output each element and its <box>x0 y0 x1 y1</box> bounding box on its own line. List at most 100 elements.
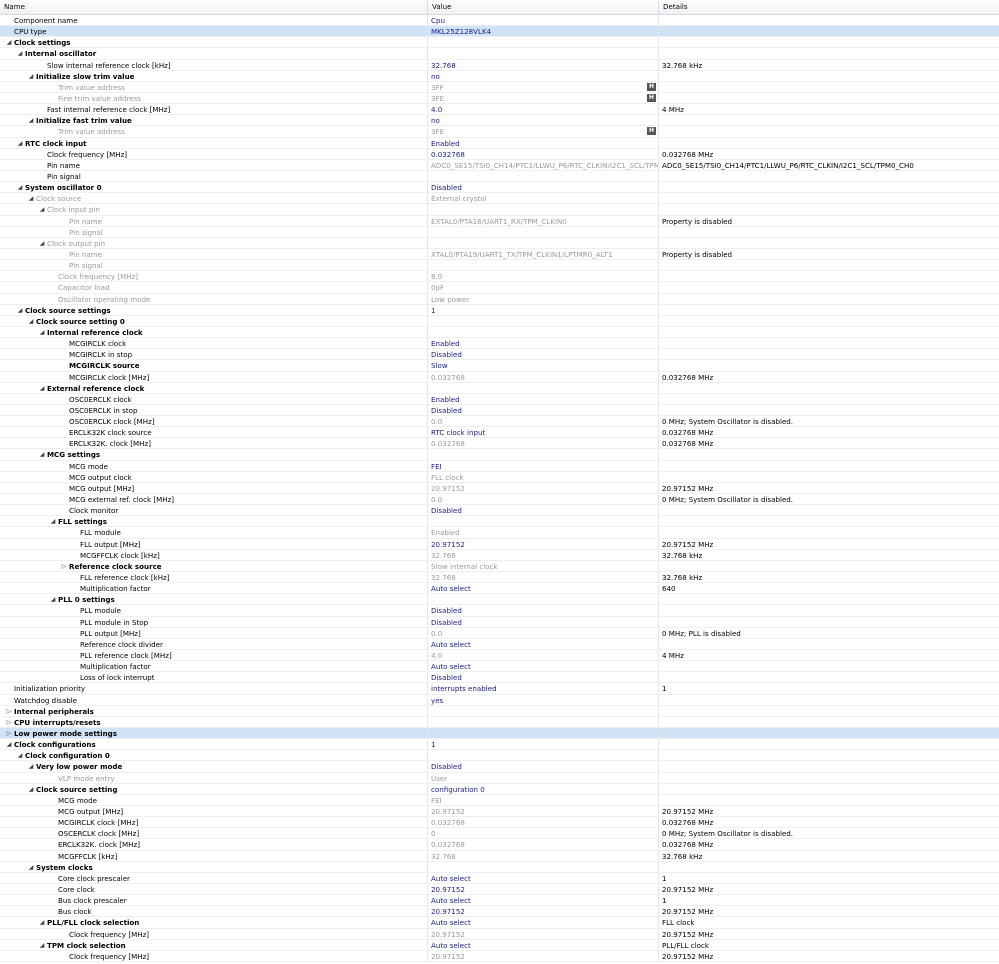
property-value[interactable]: Enabled <box>431 139 460 148</box>
property-row[interactable]: ◢ MCG settings <box>0 449 999 461</box>
property-row[interactable]: ▷ Low power mode settings <box>0 728 999 740</box>
property-value[interactable]: 0.0 <box>431 629 442 638</box>
property-row[interactable]: ◢ RTC clock input Enabled <box>0 137 999 149</box>
property-row[interactable]: Clock frequency [MHz] 0.032768 0.032768 MH… <box>0 148 999 160</box>
property-value-cell[interactable] <box>428 237 659 248</box>
expanded-arrow-icon[interactable]: ◢ <box>4 37 14 47</box>
property-value-cell[interactable] <box>428 449 659 460</box>
expanded-arrow-icon[interactable]: ◢ <box>15 48 25 58</box>
property-value-cell[interactable]: 3FF H <box>428 81 659 92</box>
property-value-cell[interactable]: Auto select <box>428 939 659 950</box>
property-value-cell[interactable]: configuration 0 <box>428 783 659 794</box>
property-value[interactable]: Auto select <box>431 941 471 950</box>
property-row[interactable]: FLL module Enabled <box>0 527 999 539</box>
property-value-cell[interactable]: Disabled <box>428 349 659 360</box>
property-value-cell[interactable]: 3FE H <box>428 92 659 104</box>
expanded-arrow-icon[interactable]: ◢ <box>48 516 58 526</box>
column-header-details[interactable]: Details <box>659 0 999 14</box>
property-value-cell[interactable]: 0.0 <box>428 416 659 427</box>
property-value-cell[interactable]: Auto select <box>428 583 659 594</box>
property-value-cell[interactable]: no <box>428 115 659 126</box>
property-value-cell[interactable]: Enabled <box>428 137 659 148</box>
property-value[interactable]: Disabled <box>431 506 462 515</box>
property-value-cell[interactable]: Slow internal clock <box>428 560 659 572</box>
property-value[interactable]: Disabled <box>431 183 462 192</box>
property-row[interactable]: MCGIRCLK clock [MHz] 0.032768 0.032768 MHz <box>0 371 999 383</box>
property-row[interactable]: PLL module in Stop Disabled <box>0 616 999 628</box>
property-value-cell[interactable]: 20.97152 <box>428 538 659 549</box>
property-row[interactable]: ◢ Clock configurations 1 <box>0 739 999 751</box>
property-value-cell[interactable]: FEI <box>428 460 659 471</box>
property-row[interactable]: CPU type MKL25Z128VLK4 <box>0 26 999 38</box>
property-row[interactable]: OSC0ERCLK in stop Disabled <box>0 404 999 417</box>
property-row[interactable]: FLL reference clock [kHz] 32.768 32.768 kH… <box>0 572 999 584</box>
property-value-cell[interactable]: interrupts enabled <box>428 683 659 694</box>
property-row[interactable]: Pin signal <box>0 260 999 272</box>
property-value-cell[interactable] <box>428 37 659 48</box>
property-value-cell[interactable]: Disabled <box>428 605 659 616</box>
property-value-cell[interactable] <box>428 170 659 182</box>
property-value[interactable]: Enabled <box>431 339 460 348</box>
property-row[interactable]: ◢ Clock source setting configuration 0 <box>0 783 999 795</box>
property-value-cell[interactable]: ADC0_SE15/TSI0_CH14/PTC1/LLWU_P6/RTC_CLK… <box>428 159 659 170</box>
expanded-arrow-icon[interactable]: ◢ <box>26 71 36 81</box>
property-value-cell[interactable]: 1 <box>428 304 659 315</box>
expanded-arrow-icon[interactable]: ◢ <box>48 594 58 604</box>
property-value[interactable]: Disabled <box>431 762 462 771</box>
property-value[interactable]: Auto select <box>431 918 471 927</box>
expanded-arrow-icon[interactable]: ◢ <box>15 305 25 315</box>
property-value-cell[interactable] <box>428 204 659 215</box>
property-value[interactable]: FEI <box>431 462 442 471</box>
hex-format-icon[interactable]: H <box>647 127 656 136</box>
property-value[interactable]: FLL clock <box>431 473 463 482</box>
property-value[interactable]: 3FE <box>431 127 444 136</box>
property-value-cell[interactable]: Low power <box>428 293 659 304</box>
property-value-cell[interactable] <box>428 750 659 761</box>
property-value[interactable]: Auto select <box>431 896 471 905</box>
property-row[interactable]: OSC0ERCLK clock Enabled <box>0 393 999 405</box>
property-value[interactable]: 0.032768 <box>431 373 465 382</box>
property-row[interactable]: Loss of lock interrupt Disabled <box>0 672 999 684</box>
property-value[interactable]: 20.97152 <box>431 484 465 493</box>
property-value[interactable]: 3FF <box>431 83 444 92</box>
property-row[interactable]: MCG output clock FLL clock <box>0 471 999 483</box>
property-value[interactable]: User <box>431 774 447 783</box>
collapsed-arrow-icon[interactable]: ▷ <box>4 717 14 727</box>
property-value[interactable]: EXTAL0/PTA18/UART1_RX/TPM_CLKIN0 <box>431 217 567 226</box>
property-value[interactable]: MKL25Z128VLK4 <box>431 27 491 36</box>
collapsed-arrow-icon[interactable]: ▷ <box>4 728 14 738</box>
property-row[interactable]: Pin name XTAL0/PTA19/UART1_TX/TPM_CLKIN1/… <box>0 248 999 261</box>
property-value-cell[interactable]: 4.0 <box>428 650 659 661</box>
property-value-cell[interactable]: 32.768 <box>428 572 659 583</box>
property-row[interactable]: ◢ System oscillator 0 Disabled <box>0 182 999 194</box>
property-row[interactable]: ERCLK32K. clock [MHz] 0.032768 0.032768 MH… <box>0 839 999 851</box>
property-value-cell[interactable]: Enabled <box>428 338 659 349</box>
property-value-cell[interactable]: User <box>428 772 659 783</box>
expanded-arrow-icon[interactable]: ◢ <box>37 449 47 459</box>
property-value-cell[interactable]: 4.0 <box>428 104 659 115</box>
property-value[interactable]: Disabled <box>431 606 462 615</box>
property-value-cell[interactable]: Enabled <box>428 393 659 404</box>
property-value-cell[interactable]: 0 <box>428 828 659 839</box>
expanded-arrow-icon[interactable]: ◢ <box>37 383 47 393</box>
expanded-arrow-icon[interactable]: ◢ <box>26 193 36 203</box>
property-value[interactable]: Cpu <box>431 16 445 25</box>
property-value[interactable]: ADC0_SE15/TSI0_CH14/PTC1/LLWU_P6/RTC_CLK… <box>431 161 658 170</box>
property-row[interactable]: ERCLK32K. clock [MHz] 0.032768 0.032768 MH… <box>0 438 999 450</box>
property-row[interactable]: Pin name ADC0_SE15/TSI0_CH14/PTC1/LLWU_P6… <box>0 159 999 171</box>
property-row[interactable]: ◢ Clock input pin <box>0 204 999 216</box>
property-row[interactable]: Fine trim value address 3FE H <box>0 92 999 105</box>
property-value[interactable]: 0.0 <box>431 495 442 504</box>
property-row[interactable]: ◢ External reference clock <box>0 382 999 394</box>
property-row[interactable]: Core clock 20.97152 20.97152 MHz <box>0 883 999 896</box>
property-value[interactable]: 20.97152 <box>431 540 465 549</box>
expanded-arrow-icon[interactable]: ◢ <box>15 182 25 192</box>
property-row[interactable]: MCGIRCLK clock Enabled <box>0 338 999 350</box>
property-value[interactable]: yes <box>431 696 443 705</box>
property-value-cell[interactable] <box>428 315 659 326</box>
property-row[interactable]: PLL module Disabled <box>0 605 999 617</box>
property-value[interactable]: Slow <box>431 361 448 370</box>
property-row[interactable]: OSC0ERCLK clock [MHz] 0.0 0 MHz; System Os… <box>0 416 999 428</box>
property-row[interactable]: Pin name EXTAL0/PTA18/UART1_RX/TPM_CLKIN0… <box>0 215 999 227</box>
property-value[interactable]: no <box>431 116 440 125</box>
